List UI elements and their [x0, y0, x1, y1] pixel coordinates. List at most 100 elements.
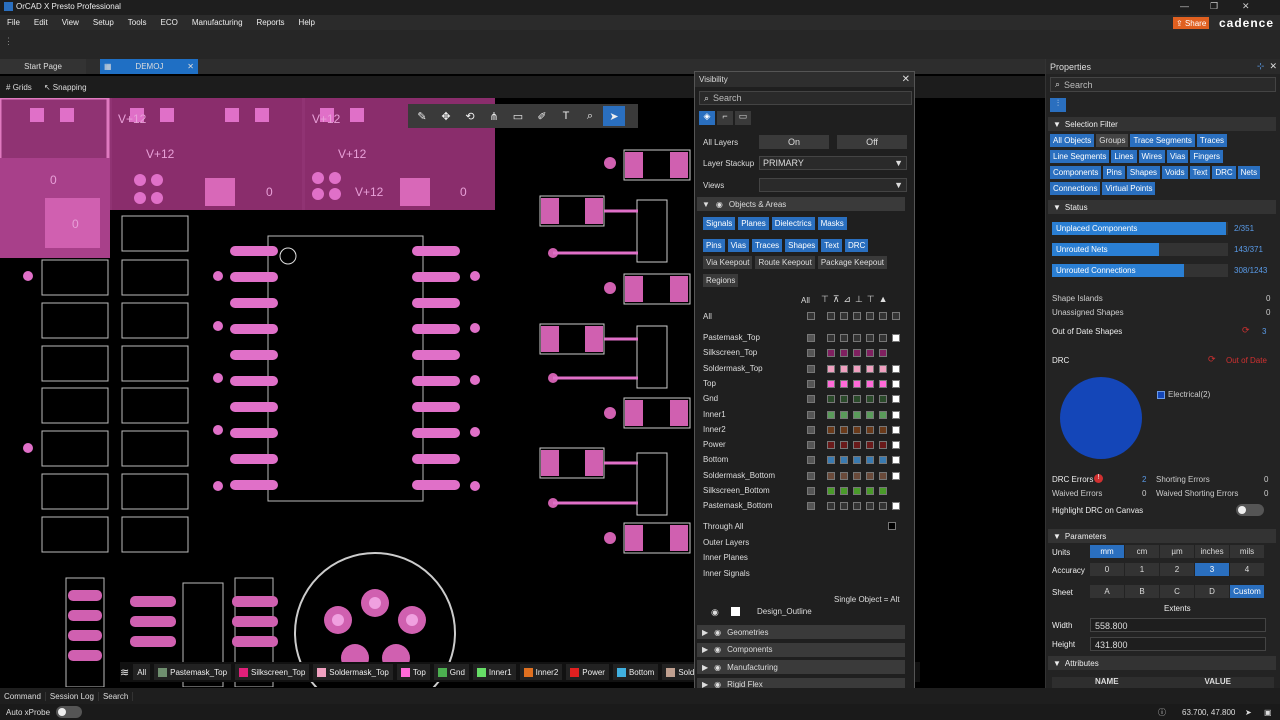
visibility-cell[interactable]	[840, 456, 848, 465]
visibility-cell[interactable]	[853, 379, 861, 388]
select-icon[interactable]: ➤	[603, 106, 625, 126]
sheets-option[interactable]: B	[1125, 585, 1159, 598]
visibility-cell[interactable]	[827, 502, 835, 511]
selection-filter-chip[interactable]: Lines	[1111, 150, 1137, 163]
menu-item-eco[interactable]: ECO	[153, 18, 184, 27]
units-option[interactable]: µm	[1160, 545, 1194, 558]
menu-item-edit[interactable]: Edit	[27, 18, 55, 27]
visibility-cell[interactable]	[827, 395, 835, 404]
visibility-cell[interactable]	[892, 334, 900, 342]
info-icon[interactable]: ⓘ	[1158, 707, 1166, 718]
properties-close-icon[interactable]: ✕	[1269, 61, 1277, 71]
refresh-icon[interactable]: ⟳	[1208, 354, 1216, 365]
through-all-checkbox[interactable]	[888, 522, 896, 530]
visibility-chip[interactable]: Via Keepout	[703, 256, 753, 269]
visibility-cell[interactable]	[879, 502, 887, 511]
visibility-cell[interactable]	[866, 502, 874, 511]
visibility-cell[interactable]	[840, 487, 848, 495]
visibility-chip[interactable]: Pins	[703, 239, 725, 252]
visibility-cell[interactable]	[853, 487, 861, 495]
visibility-cell[interactable]	[879, 425, 887, 434]
eye-icon[interactable]: ◉	[711, 607, 719, 618]
layers-icon[interactable]: ≋	[120, 666, 129, 679]
visibility-cell[interactable]	[827, 456, 835, 465]
visibility-search-input[interactable]: ⌕ Search	[699, 91, 912, 105]
layer-toggle[interactable]: Bottom	[612, 664, 659, 680]
menu-item-file[interactable]: File	[0, 18, 27, 27]
visibility-cell[interactable]	[827, 334, 835, 342]
visibility-cell[interactable]	[892, 456, 900, 465]
menu-item-manufacturing[interactable]: Manufacturing	[185, 18, 250, 27]
menu-item-view[interactable]: View	[55, 18, 86, 27]
visibility-cell[interactable]	[879, 471, 887, 480]
comment-icon[interactable]: ✎	[411, 106, 433, 126]
bottom-tab-command[interactable]: Command	[0, 691, 46, 701]
all-layers-on-button[interactable]: On	[759, 135, 829, 149]
bottom-tab-session-log[interactable]: Session Log	[46, 691, 99, 701]
layer-toggle[interactable]: Pastemask_Top	[154, 664, 232, 680]
pin-icon[interactable]: ⊹	[1257, 61, 1265, 71]
visibility-cell[interactable]	[866, 379, 874, 388]
visibility-cell[interactable]	[879, 441, 887, 450]
lock-icon[interactable]: ▣	[1264, 708, 1272, 717]
layer-all-button[interactable]: All	[133, 664, 151, 680]
layer-toggle[interactable]: Silkscreen_Top	[235, 664, 310, 680]
layer-toggle[interactable]: Power	[566, 664, 609, 680]
visibility-cell[interactable]	[827, 349, 835, 358]
menu-item-setup[interactable]: Setup	[86, 18, 121, 27]
visibility-chip[interactable]: Package Keepout	[817, 256, 887, 269]
units-option[interactable]: inches	[1195, 545, 1229, 558]
selection-filter-chip[interactable]: Voids	[1162, 166, 1188, 179]
layer-toggle[interactable]: Gnd	[433, 664, 469, 680]
units-option[interactable]: mils	[1230, 545, 1264, 558]
visibility-cell[interactable]	[827, 312, 835, 320]
accuracy-option[interactable]: 1	[1125, 563, 1159, 576]
layer-stackup-select[interactable]: PRIMARY ▼	[759, 156, 907, 170]
visibility-cell[interactable]	[853, 502, 861, 511]
visibility-chip[interactable]: Planes	[738, 217, 769, 230]
tab-close-icon[interactable]: ✕	[187, 62, 194, 71]
route-icon[interactable]: ⟲	[459, 106, 481, 126]
visibility-chip[interactable]: Regions	[703, 274, 739, 287]
visibility-chip[interactable]: Traces	[751, 239, 783, 252]
shape-icon[interactable]: ▭	[507, 106, 529, 126]
visibility-cell[interactable]	[840, 349, 848, 358]
visibility-cell[interactable]	[840, 502, 848, 511]
visibility-cell[interactable]	[853, 349, 861, 358]
visibility-cell[interactable]	[892, 425, 900, 434]
objects-areas-header[interactable]: ▼ ◉ Objects & Areas	[697, 197, 905, 211]
visibility-cell[interactable]	[807, 487, 815, 495]
visibility-cell[interactable]	[827, 441, 835, 450]
auto-xprobe-toggle[interactable]	[56, 706, 83, 718]
visibility-cell[interactable]	[807, 349, 815, 358]
visibility-cell[interactable]	[853, 410, 861, 419]
visibility-cell[interactable]	[807, 379, 815, 388]
visibility-cell[interactable]	[866, 425, 874, 434]
visibility-cell[interactable]	[892, 379, 900, 388]
visibility-cell[interactable]	[827, 425, 835, 434]
selection-filter-chip[interactable]: Trace Segments	[1130, 134, 1195, 147]
visibility-cell[interactable]	[879, 456, 887, 465]
layer-toggle[interactable]: Inner2	[519, 664, 563, 680]
attributes-header[interactable]: ▼ Attributes	[1048, 656, 1276, 670]
visibility-cell[interactable]	[807, 441, 815, 450]
visibility-cell[interactable]	[879, 364, 887, 373]
visibility-cell[interactable]	[840, 379, 848, 388]
views-select[interactable]: ▼	[759, 178, 907, 192]
visibility-cell[interactable]	[866, 441, 874, 450]
visibility-cell[interactable]	[853, 395, 861, 404]
visibility-cell[interactable]	[892, 312, 900, 320]
visibility-group-header[interactable]: ▶ ◉ Geometries	[697, 625, 905, 639]
visibility-cell[interactable]	[879, 312, 887, 320]
accuracy-option[interactable]: 2	[1160, 563, 1194, 576]
selection-filter-chip[interactable]: Line Segments	[1050, 150, 1110, 163]
grids-button[interactable]: # Grids	[6, 83, 32, 92]
sheets-option[interactable]: Custom	[1230, 585, 1264, 598]
refresh-icon[interactable]: ⟳	[1242, 325, 1250, 336]
visibility-cell[interactable]	[853, 364, 861, 373]
visibility-cell[interactable]	[879, 487, 887, 495]
filter-settings-icon[interactable]: ⫶	[1050, 98, 1066, 112]
visibility-cell[interactable]	[879, 379, 887, 388]
visibility-cell[interactable]	[866, 487, 874, 495]
visibility-cell[interactable]	[892, 502, 900, 511]
